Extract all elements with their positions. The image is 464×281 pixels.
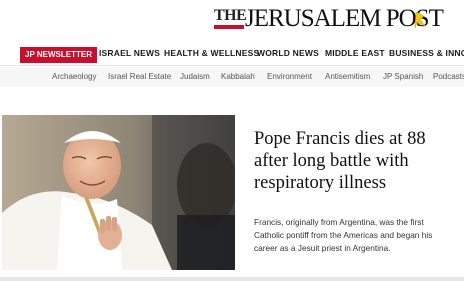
subnav-kabbalah[interactable]: Kabbalah (221, 72, 255, 81)
subnav-jp-spanish[interactable]: JP Spanish (383, 72, 423, 81)
sub-navigation: Archaeology Israel Real Estate Judaism K… (0, 67, 464, 87)
nav-israel-news[interactable]: ISRAEL NEWS (99, 48, 160, 58)
nav-world-news[interactable]: WORLD NEWS (257, 48, 319, 58)
subnav-environment[interactable]: Environment (267, 72, 312, 81)
section-divider (0, 277, 464, 281)
subnav-antisemitism[interactable]: Antisemitism (325, 72, 370, 81)
article-photo[interactable] (2, 115, 235, 270)
article-headline[interactable]: Pope Francis dies at 88 after long battl… (254, 128, 454, 194)
logo-prefix: THE (214, 7, 247, 24)
subnav-podcasts[interactable]: Podcasts (433, 72, 464, 81)
article-summary: Francis, originally from Argentina, was … (254, 217, 433, 253)
subnav-judaism[interactable]: Judaism (180, 72, 210, 81)
yellow-flag-icon (414, 11, 426, 29)
subnav-archaeology[interactable]: Archaeology (52, 72, 96, 81)
newsletter-button[interactable]: JP NEWSLETTER (20, 47, 97, 63)
nav-business-innovation[interactable]: BUSINESS & INNOVA (389, 48, 464, 58)
nav-middle-east[interactable]: MIDDLE EAST (325, 48, 385, 58)
nav-health-wellness[interactable]: HEALTH & WELLNESS (164, 48, 259, 58)
subnav-israel-real-estate[interactable]: Israel Real Estate (108, 72, 171, 81)
pope-photo-illustration (2, 115, 235, 270)
masthead: THE JERUSALEM POST (0, 0, 464, 44)
logo-underline (214, 25, 244, 29)
